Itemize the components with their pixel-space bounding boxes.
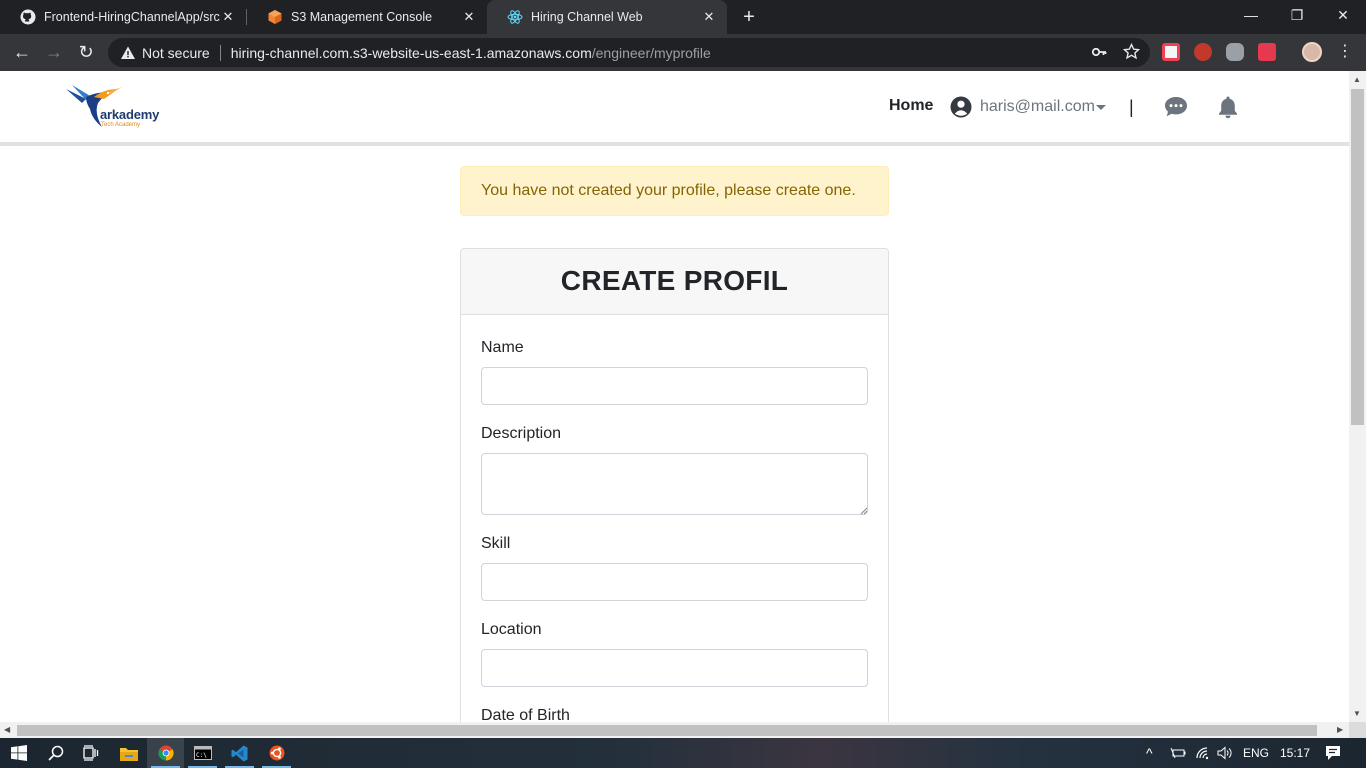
tab-hiring-channel[interactable]: Hiring Channel Web ✕ — [487, 0, 727, 34]
battery-icon[interactable] — [1170, 746, 1186, 760]
react-atom-icon — [507, 9, 523, 25]
back-button[interactable]: ← — [8, 38, 36, 66]
chrome-icon[interactable] — [147, 738, 184, 768]
bell-icon[interactable] — [1217, 95, 1239, 119]
scroll-left-icon[interactable]: ◀ — [4, 725, 10, 734]
address-bar[interactable]: Not secure hiring-channel.com.s3-website… — [108, 38, 1150, 67]
card-header: CREATE PROFIL — [461, 249, 888, 315]
tab-github[interactable]: Frontend-HiringChannelApp/src/ ✕ — [0, 0, 246, 34]
warning-triangle-icon — [121, 46, 135, 59]
star-icon[interactable] — [1123, 43, 1140, 60]
chevron-down-icon[interactable] — [1096, 105, 1106, 110]
arkademy-logo[interactable]: arkademy Tech Academy — [64, 83, 174, 133]
language-indicator[interactable]: ENG — [1243, 738, 1269, 768]
reload-button[interactable]: ↻ — [72, 38, 100, 66]
logo-text: arkademy — [100, 107, 160, 122]
window-minimize-button[interactable]: — — [1228, 0, 1274, 34]
window-restore-button[interactable]: ❐ — [1274, 0, 1320, 34]
scroll-down-icon[interactable]: ▼ — [1353, 709, 1361, 718]
user-email-dropdown[interactable]: haris@mail.com — [980, 98, 1095, 116]
gear-cloud-ext-icon[interactable] — [1226, 43, 1244, 61]
browser-tab-strip: Frontend-HiringChannelApp/src/ ✕ S3 Mana… — [0, 0, 1366, 34]
cast-ext-icon[interactable] — [1258, 43, 1276, 61]
tab-s3-console[interactable]: S3 Management Console ✕ — [247, 0, 487, 34]
svg-text:C:\: C:\ — [196, 752, 207, 759]
volume-icon[interactable] — [1217, 746, 1233, 760]
site-navbar: arkademy Tech Academy Home haris@mail.co… — [0, 71, 1349, 146]
date-of-birth-label: Date of Birth — [481, 707, 570, 722]
scrollbar-corner — [1349, 722, 1366, 738]
tab-close-icon[interactable]: ✕ — [220, 9, 236, 25]
description-textarea[interactable] — [481, 453, 868, 515]
form-title: CREATE PROFIL — [560, 265, 789, 296]
aws-cube-icon — [267, 9, 283, 25]
browser-toolbar: ← → ↻ Not secure hiring-channel.com.s3-w… — [0, 34, 1366, 71]
tab-close-icon[interactable]: ✕ — [461, 9, 477, 25]
skill-input[interactable] — [481, 563, 868, 601]
terminal-icon[interactable]: C:\ — [184, 738, 221, 768]
tab-title: S3 Management Console — [291, 10, 433, 24]
vscode-icon[interactable] — [221, 738, 258, 768]
tab-title: Hiring Channel Web — [531, 10, 643, 24]
logo-subtext: Tech Academy — [101, 122, 141, 128]
scroll-right-icon[interactable]: ▶ — [1337, 725, 1343, 734]
ublock-ext-icon[interactable] — [1194, 43, 1212, 61]
chat-icon[interactable] — [1164, 96, 1188, 118]
window-close-button[interactable]: ✕ — [1320, 0, 1366, 34]
nav-home-link[interactable]: Home — [889, 97, 933, 115]
task-view-icon[interactable] — [72, 738, 109, 768]
user-circle-icon[interactable] — [950, 96, 972, 118]
location-label: Location — [481, 621, 542, 638]
security-label[interactable]: Not secure — [142, 45, 210, 61]
create-profile-card: CREATE PROFIL Name Description Skill Loc… — [460, 248, 889, 722]
url-path: /engineer/myprofile — [591, 44, 711, 61]
tab-title: Frontend-HiringChannelApp/src/ — [44, 10, 220, 24]
search-icon[interactable] — [37, 738, 74, 768]
page-viewport: arkademy Tech Academy Home haris@mail.co… — [0, 71, 1349, 722]
horizontal-scroll-thumb[interactable] — [17, 725, 1317, 736]
windows-start-icon[interactable] — [0, 738, 37, 768]
name-input[interactable] — [481, 367, 868, 405]
notification-center-icon[interactable] — [1325, 745, 1341, 761]
tab-close-icon[interactable]: ✕ — [701, 9, 717, 25]
vertical-scrollbar[interactable]: ▲ ▼ — [1349, 71, 1366, 722]
clock[interactable]: 15:17 — [1280, 738, 1310, 768]
new-tab-button[interactable]: + — [738, 5, 760, 29]
github-icon — [20, 9, 36, 25]
forward-button[interactable]: → — [40, 38, 68, 66]
nav-separator: | — [1129, 97, 1134, 117]
location-input[interactable] — [481, 649, 868, 687]
name-label: Name — [481, 339, 524, 356]
pocket-ext-icon[interactable] — [1162, 43, 1180, 61]
wifi-icon[interactable] — [1195, 746, 1211, 760]
profile-missing-alert: You have not created your profile, pleas… — [460, 166, 889, 216]
tray-overflow-chevron[interactable]: ^ — [1146, 738, 1153, 768]
resize-grip-icon[interactable] — [860, 507, 868, 515]
vertical-scroll-thumb[interactable] — [1351, 89, 1364, 425]
horizontal-scrollbar[interactable]: ◀ ▶ — [0, 722, 1349, 738]
key-icon[interactable] — [1091, 44, 1107, 60]
ubuntu-icon[interactable] — [258, 738, 295, 768]
scroll-up-icon[interactable]: ▲ — [1353, 75, 1361, 84]
description-label: Description — [481, 425, 562, 442]
profile-avatar[interactable] — [1302, 42, 1322, 62]
skill-label: Skill — [481, 535, 511, 552]
url-host: hiring-channel.com.s3-website-us-east-1.… — [230, 44, 592, 61]
file-explorer-icon[interactable] — [110, 738, 147, 768]
windows-taskbar: C:\ ^ ENG 15:17 — [0, 738, 1366, 768]
omnibox-divider — [219, 44, 221, 61]
browser-menu-button[interactable]: ⋮ — [1337, 40, 1353, 64]
